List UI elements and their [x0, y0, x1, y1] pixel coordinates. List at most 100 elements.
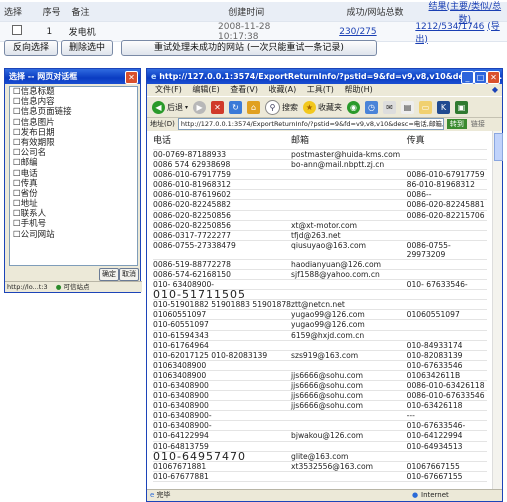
ok-button[interactable]: 确定	[99, 268, 119, 281]
back-icon[interactable]: ◀	[152, 100, 165, 114]
address-input[interactable]: http://127.0.0.1:3574/ExportReturnInfo/?…	[177, 117, 444, 130]
cell-fax: 010-67633546	[406, 360, 487, 371]
retry-button[interactable]: 重试处理未成功的网站 (一次只能重试一条记录)	[121, 40, 377, 56]
cell-phone: 010-51711505	[153, 289, 292, 301]
menu-tools[interactable]: 工具(T)	[307, 85, 334, 94]
field-option[interactable]: ☐有效期限	[10, 138, 137, 148]
export-row: 010-63408900- 010-67633546-	[153, 420, 487, 432]
cell-phone: 00-0769-87188933	[153, 149, 292, 161]
row-result-link[interactable]: 1212/534/1746	[415, 22, 484, 32]
internet-zone-icon: ●	[412, 491, 419, 499]
history-icon[interactable]: ◷	[365, 100, 379, 114]
header-phone: 电话	[153, 137, 292, 150]
close-icon[interactable]: ✕	[125, 71, 138, 84]
messenger-icon[interactable]: K	[437, 100, 451, 114]
forward-icon[interactable]: ▶	[193, 100, 207, 114]
export-row: 010-62017125 010-82083139 szs919@163.com 0…	[153, 350, 487, 361]
field-option[interactable]: ☐电话	[10, 169, 137, 179]
favorites-label[interactable]: 收藏夹	[318, 102, 342, 113]
back-label[interactable]: 后退	[167, 102, 183, 113]
cell-fax: 010-63426118	[406, 400, 487, 412]
cell-phone: 0086-020-82250856	[153, 210, 292, 221]
minimize-icon[interactable]: _	[461, 71, 474, 84]
cell-phone: 010-63408900-	[153, 410, 292, 422]
dialog-titlebar: 选择 -- 网页对话框	[5, 69, 140, 84]
field-option[interactable]: ☐信息标题	[10, 87, 137, 97]
field-option[interactable]: ☐公司名	[10, 148, 137, 158]
export-row: 0086-020-82250856 0086-020-82215706	[153, 210, 487, 221]
field-option[interactable]: ☐发布日期	[10, 128, 137, 138]
menu-view[interactable]: 查看(V)	[230, 85, 258, 94]
toolbar-extra-icon[interactable]: ▣	[455, 100, 469, 114]
export-row: 010-63408900 jjs6666@sohu.com 010-63426118	[153, 400, 487, 412]
col-success-header: 成功/网站总数	[346, 8, 404, 18]
cell-email: szs919@163.com	[291, 350, 407, 361]
field-option[interactable]: ☐传真	[10, 179, 137, 189]
delete-selected-button[interactable]: 删除选中	[61, 40, 113, 56]
cell-email	[291, 360, 407, 371]
stop-icon[interactable]: ✕	[211, 100, 225, 114]
cell-phone: 010-63408900	[153, 380, 292, 392]
menu-file[interactable]: 文件(F)	[155, 85, 182, 94]
links-label[interactable]: 链接	[471, 119, 485, 129]
mail-icon[interactable]: ✉	[383, 100, 397, 114]
favorites-icon[interactable]: ★	[303, 100, 317, 114]
field-option[interactable]: ☐地址	[10, 199, 137, 209]
cell-email: jjs6666@sohu.com	[291, 400, 407, 412]
print-icon[interactable]: ▤	[401, 100, 415, 114]
go-button[interactable]: 转到	[446, 118, 467, 129]
export-table-header: 电话 邮箱 传真	[153, 137, 487, 150]
cell-fax: 010-67667155	[406, 471, 487, 482]
maximize-icon[interactable]: □	[474, 71, 487, 84]
dialog-status-url: http://lo...t:3	[7, 283, 48, 291]
cell-fax	[406, 159, 487, 171]
cell-email	[291, 420, 407, 432]
export-row: 010-63408900 jjs6666@sohu.com 0086-010-676…	[153, 390, 487, 402]
cell-fax	[406, 220, 487, 231]
cell-phone: 010-51901882 51901883 51901878	[153, 299, 292, 311]
menu-edit[interactable]: 编辑(E)	[192, 85, 219, 94]
cancel-button[interactable]: 取消	[119, 268, 139, 281]
invert-selection-button[interactable]: 反向选择	[4, 40, 58, 56]
field-option[interactable]: ☐联系人	[10, 209, 137, 219]
row-select-checkbox[interactable]	[12, 25, 22, 35]
cell-email	[291, 340, 407, 351]
cell-phone: 0086-0317-7722277	[153, 230, 292, 241]
field-option[interactable]: ☐信息页面链接	[10, 107, 137, 117]
field-option[interactable]: ☐公司网站	[10, 230, 137, 240]
media-icon[interactable]: ◉	[347, 100, 361, 114]
cell-fax	[406, 289, 487, 301]
cell-phone: 01067671881	[153, 461, 292, 472]
vertical-scrollbar[interactable]	[492, 131, 503, 489]
field-option[interactable]: ☐省份	[10, 189, 137, 199]
close-icon[interactable]: ✕	[487, 71, 500, 84]
cell-email: xt3532556@163.com	[291, 461, 407, 472]
back-dropdown-icon[interactable]: ▾	[185, 104, 188, 111]
menu-help[interactable]: 帮助(H)	[344, 85, 372, 94]
cell-fax: 0086-0755- 29973209	[406, 240, 487, 260]
field-option[interactable]: ☐信息内容	[10, 97, 137, 107]
row-success-link[interactable]: 230/275	[313, 27, 404, 37]
search-icon[interactable]: ⚲	[265, 99, 281, 115]
cell-fax: 0086-020-82245881	[406, 199, 487, 211]
trusted-zone-icon: ●	[55, 283, 62, 291]
field-option[interactable]: ☐邮编	[10, 158, 137, 168]
cell-email: glite@163.com	[291, 451, 407, 462]
cell-phone: 01060551097	[153, 309, 292, 321]
search-label[interactable]: 搜索	[282, 102, 298, 113]
export-row: 010-60551097 yugao99@126.com	[153, 319, 487, 331]
export-row: 0086-574-62168150 sjf1588@yahoo.com.cn	[153, 269, 487, 281]
cell-phone: 010-67677881	[153, 471, 292, 482]
field-option[interactable]: ☐信息图片	[10, 118, 137, 128]
cell-phone: 010-63408900	[153, 390, 292, 402]
export-row: 010-51711505	[153, 289, 487, 301]
menu-favorites[interactable]: 收藏(A)	[269, 85, 297, 94]
scroll-thumb[interactable]	[494, 133, 503, 161]
field-option[interactable]: ☐手机号	[10, 219, 137, 229]
refresh-icon[interactable]: ↻	[229, 100, 243, 114]
home-icon[interactable]: ⌂	[247, 100, 261, 114]
folder-icon[interactable]: ▭	[419, 100, 433, 114]
export-row: 010-64957470 glite@163.com	[153, 451, 487, 462]
header-fax: 传真	[406, 137, 487, 150]
export-row: 010-61594343 6159@hxjd.com.cn	[153, 330, 487, 341]
